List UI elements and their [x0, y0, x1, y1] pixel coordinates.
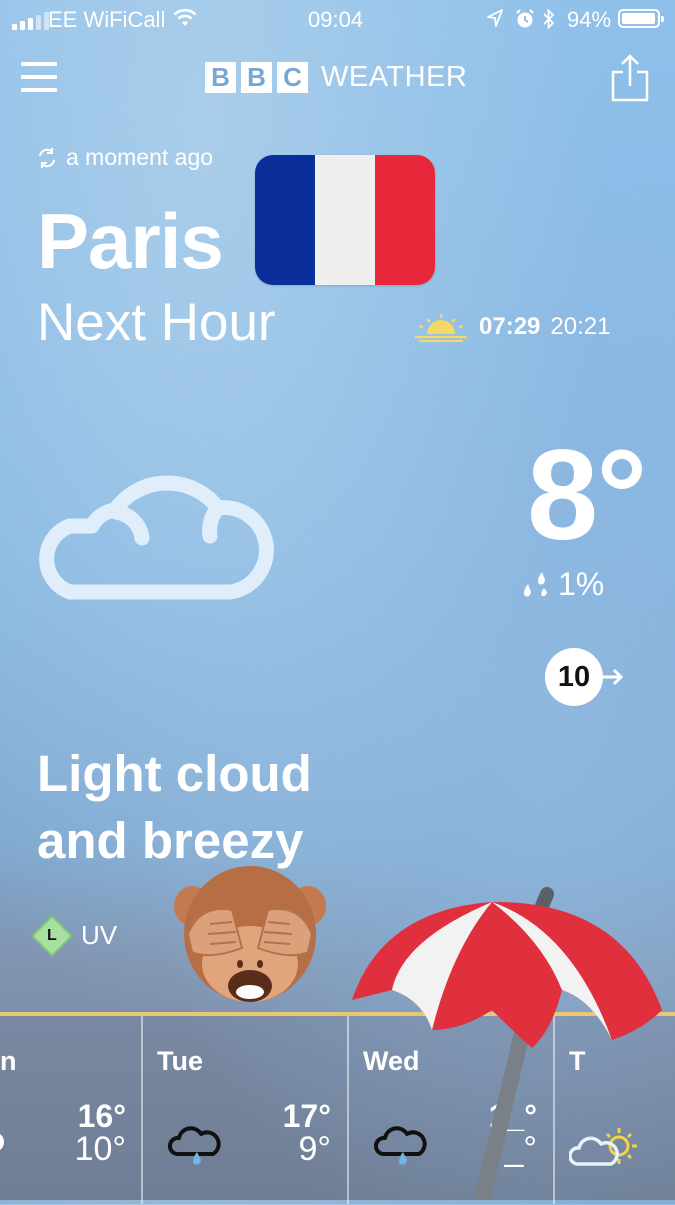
status-time: 09:04 [308, 7, 364, 32]
uv-level-badge: L [30, 914, 74, 957]
carrier-label: EE WiFiCall [48, 7, 166, 32]
wind-indicator: 10 [545, 648, 625, 706]
signal-icon [12, 12, 49, 30]
uv-index: L UV [30, 914, 118, 957]
battery-icon [618, 9, 664, 28]
raindrops-icon [524, 571, 547, 596]
logo-letter: B [205, 62, 236, 93]
sun-times: 07:29 20:21 [413, 312, 610, 342]
precip-chance: 1% [558, 566, 605, 602]
beach-umbrella-icon [342, 880, 675, 1205]
forecast-day-name: n [0, 1046, 17, 1076]
precipitation: 1% [518, 566, 604, 603]
rain-cloud-icon [0, 1134, 4, 1150]
sunset-time: 20:21 [550, 313, 611, 340]
status-bar: EE WiFiCall 09:04 94% [0, 0, 675, 38]
see-no-evil-monkey-icon [170, 864, 330, 1019]
share-button[interactable] [610, 53, 650, 108]
wifi-icon [172, 8, 198, 34]
logo-letter: B [241, 62, 272, 93]
forecast-low: 9° [298, 1130, 331, 1168]
bluetooth-icon [542, 8, 556, 36]
sunrise-icon [415, 314, 467, 342]
menu-button[interactable] [21, 62, 57, 92]
forecast-day[interactable]: n 16° 10° [0, 1016, 142, 1204]
forecast-period-title: Next Hour [37, 293, 276, 352]
share-icon [611, 54, 649, 102]
sunrise-time: 07:29 [479, 313, 541, 340]
alarm-icon [514, 8, 536, 36]
rain-cloud-icon [167, 1126, 221, 1165]
refresh-icon [39, 147, 55, 168]
light-cloud-icon [30, 450, 274, 610]
location-arrow-icon [486, 8, 504, 34]
weather-description: Light cloud and breezy [37, 740, 397, 874]
bbc-weather-logo: B B C WEATHER [205, 61, 467, 94]
city-name: Paris [37, 197, 224, 285]
updated-text: a moment ago [66, 144, 214, 170]
wind-speed: 10 [545, 648, 603, 706]
forecast-day-name: Tue [157, 1046, 203, 1076]
forecast-day[interactable]: Tue 17° 9° [141, 1016, 347, 1204]
uv-label: UV [81, 920, 118, 950]
logo-word: WEATHER [321, 61, 468, 93]
current-temperature: 8° [527, 424, 647, 567]
last-updated[interactable]: a moment ago [36, 144, 213, 171]
wind-direction-arrow-icon [603, 668, 624, 686]
battery-percent: 94% [567, 7, 612, 32]
logo-letter: C [277, 62, 308, 93]
description-line-1: Light cloud [37, 745, 312, 802]
forecast-low: 10° [74, 1130, 126, 1168]
france-flag-icon [255, 155, 435, 285]
